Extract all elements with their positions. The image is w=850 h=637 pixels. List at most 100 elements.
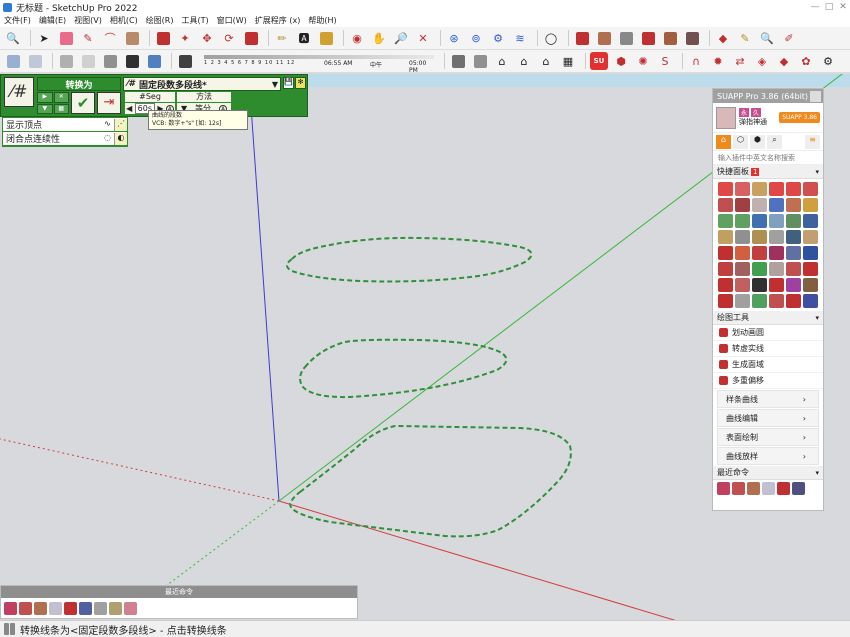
recent-tool-icon[interactable] <box>777 481 790 495</box>
chevron-down-icon[interactable]: ▾ <box>815 469 819 477</box>
menu-camera[interactable]: 相机(C) <box>110 15 138 26</box>
plugin-box-icon[interactable] <box>661 29 679 47</box>
recent-tool-icon[interactable] <box>19 601 32 615</box>
plugin-tool-icon[interactable] <box>718 230 733 244</box>
plugin-box-icon[interactable] <box>683 29 701 47</box>
plugin-tool-icon[interactable] <box>769 246 784 260</box>
plugin-tool-icon[interactable] <box>735 262 750 276</box>
plugin-box-icon[interactable] <box>573 29 591 47</box>
decrease-arrow-icon[interactable]: ◀ <box>126 104 132 113</box>
menu-tools[interactable]: 工具(T) <box>182 15 209 26</box>
exit-icon[interactable]: ⇥ <box>97 92 121 114</box>
plugin-copy-icon[interactable]: ◆ <box>775 52 793 70</box>
dashed-polyline-middle[interactable] <box>299 338 508 399</box>
plugin-tool-icon[interactable] <box>718 246 733 260</box>
search-tab-icon[interactable]: ⌕ <box>767 134 782 149</box>
warehouse-icon[interactable]: ⊛ <box>445 29 463 47</box>
xray-icon[interactable] <box>145 52 163 70</box>
chevron-down-icon[interactable]: ▾ <box>815 168 819 176</box>
back-view-icon[interactable] <box>101 52 119 70</box>
plugin-tool-icon[interactable] <box>786 294 801 308</box>
menu-file[interactable]: 文件(F) <box>4 15 31 26</box>
move-icon[interactable]: ✥ <box>198 29 216 47</box>
minimize-icon[interactable]: — <box>808 2 822 12</box>
plugin-tool-icon[interactable] <box>769 230 784 244</box>
plugin-tool-icon[interactable] <box>803 294 818 308</box>
plugin-tool-icon[interactable] <box>769 214 784 228</box>
iso-view-icon[interactable] <box>4 52 22 70</box>
plugin-tool-icon[interactable] <box>752 278 767 292</box>
recent-tool-icon[interactable] <box>792 481 805 495</box>
plugin-tool-icon[interactable] <box>803 278 818 292</box>
plugin-tool-icon[interactable] <box>786 198 801 212</box>
pan-icon[interactable]: ✋ <box>370 29 388 47</box>
plugin-cube-icon[interactable]: ⬢ <box>612 52 630 70</box>
menu-edit[interactable]: 编辑(E) <box>39 15 66 26</box>
scale-icon[interactable] <box>242 29 260 47</box>
plugin-tool-icon[interactable] <box>786 246 801 260</box>
left-view-icon[interactable] <box>123 52 141 70</box>
category-item[interactable]: 曲线放样 › <box>717 447 819 465</box>
save-icon[interactable]: 💾 <box>283 77 294 89</box>
plugin-tool-icon[interactable] <box>803 262 818 276</box>
follow-me-icon[interactable]: ✦ <box>176 29 194 47</box>
recent-tool-icon[interactable] <box>124 601 137 615</box>
tool-item[interactable]: 生成面域 <box>713 357 823 373</box>
avatar[interactable] <box>716 106 736 129</box>
tool-item[interactable]: 多重偏移 <box>713 373 823 389</box>
recent-tool-icon[interactable] <box>747 481 760 495</box>
menu-view[interactable]: 视图(V) <box>74 15 102 26</box>
arrow-down-icon[interactable]: ▼ <box>37 103 53 114</box>
category-item[interactable]: 曲线编辑 › <box>717 409 819 427</box>
plugin-tool-icon[interactable] <box>752 182 767 196</box>
plugin-tool-icon[interactable] <box>769 182 784 196</box>
model-info-icon[interactable]: ≋ <box>511 29 529 47</box>
plugin-tool-icon[interactable] <box>803 198 818 212</box>
extension-icon[interactable]: ⊚ <box>467 29 485 47</box>
plugin-tool-icon[interactable] <box>718 262 733 276</box>
plugin-tool-icon[interactable] <box>752 214 767 228</box>
recent-tool-icon[interactable] <box>762 481 775 495</box>
recent-tool-icon[interactable] <box>732 481 745 495</box>
plugin-tool-icon[interactable] <box>803 230 818 244</box>
show-vertices-option[interactable]: 显示顶点 ∿ ⋰ <box>3 118 127 132</box>
zoom-extents-icon[interactable]: ✕ <box>414 29 432 47</box>
rotate-icon[interactable]: ⟳ <box>220 29 238 47</box>
plugin-pencil-icon[interactable]: ✎ <box>736 29 754 47</box>
plugin-tool-icon[interactable] <box>752 262 767 276</box>
plugin-lock-icon[interactable] <box>617 29 635 47</box>
vertices-toggle[interactable]: ⋰ <box>114 118 127 131</box>
continuity-toggle[interactable]: ◐ <box>114 132 127 145</box>
grid-small-icon[interactable]: ▦ <box>53 103 69 114</box>
category-item[interactable]: 表面绘制 › <box>717 428 819 446</box>
recent-tool-icon[interactable] <box>34 601 47 615</box>
plugin-tool-icon[interactable] <box>735 278 750 292</box>
house-icon[interactable]: ⌂ <box>537 52 555 70</box>
category-item[interactable]: 样条曲线 › <box>717 390 819 408</box>
layers-icon[interactable]: ⚙ <box>489 29 507 47</box>
chevron-down-icon[interactable]: ▾ <box>815 314 819 322</box>
plugin-rope-icon[interactable]: ✿ <box>797 52 815 70</box>
plugin-tool-icon[interactable] <box>718 214 733 228</box>
plugin-tool-icon[interactable] <box>769 294 784 308</box>
plugin-s-icon[interactable]: S <box>656 52 674 70</box>
shadow-icon[interactable] <box>176 52 194 70</box>
suapp-search-input[interactable]: 输入插件中英文名称搜索 <box>713 151 823 165</box>
select-arrow-icon[interactable]: ➤ <box>35 29 53 47</box>
zoom-icon[interactable]: 🔎 <box>392 29 410 47</box>
drawing-tools-header[interactable]: 绘图工具 ▾ <box>713 311 823 325</box>
menu-draw[interactable]: 绘图(R) <box>146 15 174 26</box>
tool-item[interactable]: 划动画圆 <box>713 325 823 341</box>
recent-tool-icon[interactable] <box>94 601 107 615</box>
shadow-time-scale[interactable]: 1 2 3 4 5 6 7 8 9 10 11 12 06:55 AM 中午 0… <box>204 52 434 74</box>
menu-help[interactable]: 帮助(H) <box>308 15 336 26</box>
closure-continuity-option[interactable]: 闭合点连续性 ◌ ◐ <box>3 132 127 146</box>
dashed-polyline-top[interactable] <box>286 236 533 283</box>
arc-icon[interactable]: ⌒ <box>101 29 119 47</box>
recent-tool-icon[interactable] <box>109 601 122 615</box>
plugin-tool-icon[interactable] <box>718 278 733 292</box>
plugin-zoom-icon[interactable]: 🔍 <box>758 29 776 47</box>
plugin-tool-icon[interactable] <box>786 230 801 244</box>
home-tab-icon[interactable]: ⌂ <box>716 134 731 149</box>
box-tab-icon[interactable]: ⬢ <box>750 134 765 149</box>
